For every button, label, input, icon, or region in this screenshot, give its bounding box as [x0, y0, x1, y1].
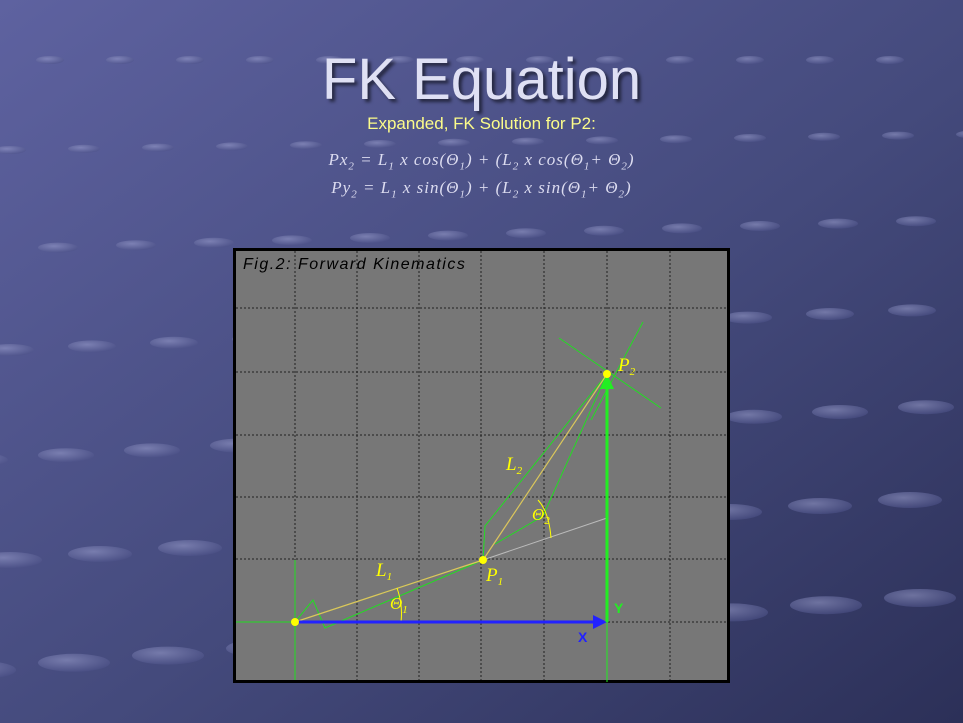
background-dot: [290, 141, 322, 150]
background-dot: [726, 409, 782, 424]
equation-term: ): [625, 178, 632, 197]
base-joint: [291, 618, 299, 626]
background-dot: [788, 498, 852, 514]
equation-lhs-subscript: 2: [348, 160, 355, 173]
equation-lhs-subscript: 2: [351, 188, 358, 201]
background-dot: [884, 589, 956, 607]
background-dot: [818, 218, 858, 229]
background-dot: [68, 546, 132, 562]
background-dot: [506, 228, 546, 239]
background-dot: [740, 221, 780, 231]
equation-py2: Py2 = L1 x sin(Θ1) + (L2 x sin(Θ1+ Θ2): [0, 178, 963, 200]
equation-term: + Θ: [590, 150, 622, 169]
equation-term: = L: [360, 150, 389, 169]
background-dot: [194, 237, 234, 248]
equation-lhs: Px: [328, 150, 349, 169]
background-dot: [662, 223, 702, 234]
slide-subtitle: Expanded, FK Solution for P2:: [367, 114, 596, 133]
equation-lhs: Py: [331, 178, 352, 197]
background-dot: [790, 596, 862, 615]
background-dot: [428, 230, 468, 241]
background-dot: [38, 242, 78, 253]
end-effector-p2: [603, 370, 611, 378]
background-dot: [38, 448, 94, 463]
background-dot: [116, 240, 156, 251]
fk-figure: Fig.2: Forward Kinematics X Y L1 L2 Θ1 Θ…: [233, 248, 730, 683]
background-dot: [132, 646, 204, 665]
background-dot: [812, 405, 868, 419]
background-dot: [888, 304, 936, 317]
equation-term: ): [627, 150, 635, 169]
background-dot: [898, 400, 954, 415]
background-dot: [124, 443, 180, 458]
equation-term: + Θ: [587, 178, 619, 197]
background-dot: [364, 140, 396, 148]
background-dot: [158, 540, 222, 556]
equation-term: ) + (L: [465, 178, 513, 197]
background-dot: [660, 135, 692, 144]
background-dot: [272, 235, 312, 246]
background-dot: [512, 137, 544, 146]
background-dot: [438, 138, 470, 147]
background-dot: [896, 216, 936, 227]
background-dot: [586, 136, 618, 145]
background-dot: [350, 233, 390, 243]
background-dot: [584, 225, 624, 236]
background-dot: [806, 308, 854, 320]
y-axis-label: Y: [614, 600, 624, 616]
background-dot: [68, 340, 116, 353]
background-dot: [878, 492, 942, 508]
equation-term: x sin(Θ: [519, 178, 582, 197]
slide-title: FK Equation: [321, 47, 642, 112]
background-dot: [38, 653, 110, 672]
x-axis-label: X: [578, 629, 588, 645]
equation-term: x sin(Θ: [397, 178, 460, 197]
equation-term: ) + (L: [465, 150, 513, 169]
equation-term: x cos(Θ: [394, 150, 460, 169]
background-dot: [724, 311, 772, 324]
background-dot: [734, 134, 766, 142]
background-dot: [808, 132, 840, 141]
background-dot: [150, 336, 198, 349]
figure-caption: Fig.2: Forward Kinematics: [243, 256, 466, 273]
equation-term: = L: [362, 178, 392, 197]
equation-px2: Px2 = L1 x cos(Θ1) + (L2 x cos(Θ1+ Θ2): [0, 150, 963, 172]
equation-term: x cos(Θ: [519, 150, 584, 169]
joint-p1: [479, 556, 487, 564]
